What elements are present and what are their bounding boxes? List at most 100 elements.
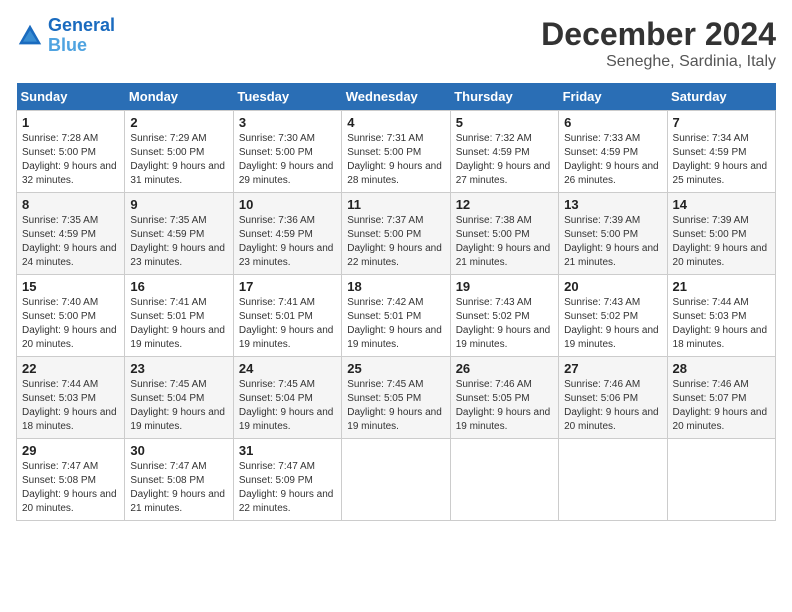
calendar-cell: 7 Sunrise: 7:34 AM Sunset: 4:59 PM Dayli… [667, 111, 775, 193]
calendar-cell: 3 Sunrise: 7:30 AM Sunset: 5:00 PM Dayli… [233, 111, 341, 193]
calendar-week-row: 22 Sunrise: 7:44 AM Sunset: 5:03 PM Dayl… [17, 357, 776, 439]
calendar-cell: 29 Sunrise: 7:47 AM Sunset: 5:08 PM Dayl… [17, 439, 125, 521]
logo-text: General Blue [48, 16, 115, 56]
day-number: 6 [564, 115, 661, 130]
calendar-cell: 22 Sunrise: 7:44 AM Sunset: 5:03 PM Dayl… [17, 357, 125, 439]
day-info: Sunrise: 7:29 AM Sunset: 5:00 PM Dayligh… [130, 132, 227, 188]
day-number: 18 [347, 279, 444, 294]
calendar-cell: 26 Sunrise: 7:46 AM Sunset: 5:05 PM Dayl… [450, 357, 558, 439]
day-info: Sunrise: 7:46 AM Sunset: 5:05 PM Dayligh… [456, 378, 553, 434]
location-title: Seneghe, Sardinia, Italy [541, 53, 776, 71]
day-number: 7 [673, 115, 770, 130]
day-info: Sunrise: 7:42 AM Sunset: 5:01 PM Dayligh… [347, 296, 444, 352]
day-info: Sunrise: 7:46 AM Sunset: 5:07 PM Dayligh… [673, 378, 770, 434]
day-info: Sunrise: 7:47 AM Sunset: 5:09 PM Dayligh… [239, 460, 336, 516]
day-number: 5 [456, 115, 553, 130]
calendar-cell: 11 Sunrise: 7:37 AM Sunset: 5:00 PM Dayl… [342, 193, 450, 275]
day-info: Sunrise: 7:37 AM Sunset: 5:00 PM Dayligh… [347, 214, 444, 270]
day-number: 10 [239, 197, 336, 212]
day-number: 3 [239, 115, 336, 130]
day-number: 14 [673, 197, 770, 212]
calendar-cell: 1 Sunrise: 7:28 AM Sunset: 5:00 PM Dayli… [17, 111, 125, 193]
day-info: Sunrise: 7:39 AM Sunset: 5:00 PM Dayligh… [564, 214, 661, 270]
day-info: Sunrise: 7:45 AM Sunset: 5:05 PM Dayligh… [347, 378, 444, 434]
day-number: 20 [564, 279, 661, 294]
day-info: Sunrise: 7:33 AM Sunset: 4:59 PM Dayligh… [564, 132, 661, 188]
day-number: 31 [239, 443, 336, 458]
day-number: 24 [239, 361, 336, 376]
calendar-cell [450, 439, 558, 521]
calendar-cell: 2 Sunrise: 7:29 AM Sunset: 5:00 PM Dayli… [125, 111, 233, 193]
calendar-cell [559, 439, 667, 521]
day-number: 13 [564, 197, 661, 212]
day-info: Sunrise: 7:47 AM Sunset: 5:08 PM Dayligh… [130, 460, 227, 516]
day-number: 22 [22, 361, 119, 376]
calendar-cell: 18 Sunrise: 7:42 AM Sunset: 5:01 PM Dayl… [342, 275, 450, 357]
page-header: General Blue December 2024 Seneghe, Sard… [16, 16, 776, 71]
day-number: 8 [22, 197, 119, 212]
day-info: Sunrise: 7:47 AM Sunset: 5:08 PM Dayligh… [22, 460, 119, 516]
title-block: December 2024 Seneghe, Sardinia, Italy [541, 16, 776, 71]
logo: General Blue [16, 16, 115, 56]
day-info: Sunrise: 7:44 AM Sunset: 5:03 PM Dayligh… [22, 378, 119, 434]
calendar-cell: 10 Sunrise: 7:36 AM Sunset: 4:59 PM Dayl… [233, 193, 341, 275]
calendar-cell: 12 Sunrise: 7:38 AM Sunset: 5:00 PM Dayl… [450, 193, 558, 275]
calendar-cell: 28 Sunrise: 7:46 AM Sunset: 5:07 PM Dayl… [667, 357, 775, 439]
day-number: 19 [456, 279, 553, 294]
calendar-cell: 23 Sunrise: 7:45 AM Sunset: 5:04 PM Dayl… [125, 357, 233, 439]
calendar-cell: 15 Sunrise: 7:40 AM Sunset: 5:00 PM Dayl… [17, 275, 125, 357]
calendar-cell: 5 Sunrise: 7:32 AM Sunset: 4:59 PM Dayli… [450, 111, 558, 193]
calendar-header-saturday: Saturday [667, 83, 775, 111]
calendar-cell: 24 Sunrise: 7:45 AM Sunset: 5:04 PM Dayl… [233, 357, 341, 439]
calendar-week-row: 1 Sunrise: 7:28 AM Sunset: 5:00 PM Dayli… [17, 111, 776, 193]
calendar-cell: 9 Sunrise: 7:35 AM Sunset: 4:59 PM Dayli… [125, 193, 233, 275]
day-info: Sunrise: 7:35 AM Sunset: 4:59 PM Dayligh… [130, 214, 227, 270]
calendar-cell: 16 Sunrise: 7:41 AM Sunset: 5:01 PM Dayl… [125, 275, 233, 357]
day-info: Sunrise: 7:43 AM Sunset: 5:02 PM Dayligh… [564, 296, 661, 352]
calendar-cell [342, 439, 450, 521]
calendar-header-row: SundayMondayTuesdayWednesdayThursdayFrid… [17, 83, 776, 111]
day-number: 2 [130, 115, 227, 130]
calendar-table: SundayMondayTuesdayWednesdayThursdayFrid… [16, 83, 776, 521]
day-info: Sunrise: 7:30 AM Sunset: 5:00 PM Dayligh… [239, 132, 336, 188]
calendar-header-thursday: Thursday [450, 83, 558, 111]
calendar-cell: 21 Sunrise: 7:44 AM Sunset: 5:03 PM Dayl… [667, 275, 775, 357]
day-info: Sunrise: 7:31 AM Sunset: 5:00 PM Dayligh… [347, 132, 444, 188]
calendar-cell: 6 Sunrise: 7:33 AM Sunset: 4:59 PM Dayli… [559, 111, 667, 193]
day-info: Sunrise: 7:44 AM Sunset: 5:03 PM Dayligh… [673, 296, 770, 352]
day-number: 11 [347, 197, 444, 212]
day-info: Sunrise: 7:46 AM Sunset: 5:06 PM Dayligh… [564, 378, 661, 434]
day-number: 21 [673, 279, 770, 294]
calendar-header-tuesday: Tuesday [233, 83, 341, 111]
day-number: 27 [564, 361, 661, 376]
day-number: 16 [130, 279, 227, 294]
day-number: 28 [673, 361, 770, 376]
calendar-header-sunday: Sunday [17, 83, 125, 111]
day-info: Sunrise: 7:45 AM Sunset: 5:04 PM Dayligh… [130, 378, 227, 434]
day-info: Sunrise: 7:43 AM Sunset: 5:02 PM Dayligh… [456, 296, 553, 352]
calendar-cell [667, 439, 775, 521]
day-number: 25 [347, 361, 444, 376]
calendar-cell: 14 Sunrise: 7:39 AM Sunset: 5:00 PM Dayl… [667, 193, 775, 275]
day-number: 26 [456, 361, 553, 376]
logo-icon [16, 22, 44, 50]
day-number: 29 [22, 443, 119, 458]
day-number: 12 [456, 197, 553, 212]
day-info: Sunrise: 7:36 AM Sunset: 4:59 PM Dayligh… [239, 214, 336, 270]
day-info: Sunrise: 7:38 AM Sunset: 5:00 PM Dayligh… [456, 214, 553, 270]
calendar-week-row: 15 Sunrise: 7:40 AM Sunset: 5:00 PM Dayl… [17, 275, 776, 357]
calendar-header-monday: Monday [125, 83, 233, 111]
day-number: 1 [22, 115, 119, 130]
calendar-cell: 8 Sunrise: 7:35 AM Sunset: 4:59 PM Dayli… [17, 193, 125, 275]
calendar-cell: 4 Sunrise: 7:31 AM Sunset: 5:00 PM Dayli… [342, 111, 450, 193]
day-info: Sunrise: 7:34 AM Sunset: 4:59 PM Dayligh… [673, 132, 770, 188]
month-title: December 2024 [541, 16, 776, 53]
day-info: Sunrise: 7:45 AM Sunset: 5:04 PM Dayligh… [239, 378, 336, 434]
calendar-week-row: 8 Sunrise: 7:35 AM Sunset: 4:59 PM Dayli… [17, 193, 776, 275]
calendar-cell: 30 Sunrise: 7:47 AM Sunset: 5:08 PM Dayl… [125, 439, 233, 521]
calendar-cell: 19 Sunrise: 7:43 AM Sunset: 5:02 PM Dayl… [450, 275, 558, 357]
calendar-cell: 13 Sunrise: 7:39 AM Sunset: 5:00 PM Dayl… [559, 193, 667, 275]
calendar-header-wednesday: Wednesday [342, 83, 450, 111]
day-info: Sunrise: 7:41 AM Sunset: 5:01 PM Dayligh… [239, 296, 336, 352]
day-number: 4 [347, 115, 444, 130]
